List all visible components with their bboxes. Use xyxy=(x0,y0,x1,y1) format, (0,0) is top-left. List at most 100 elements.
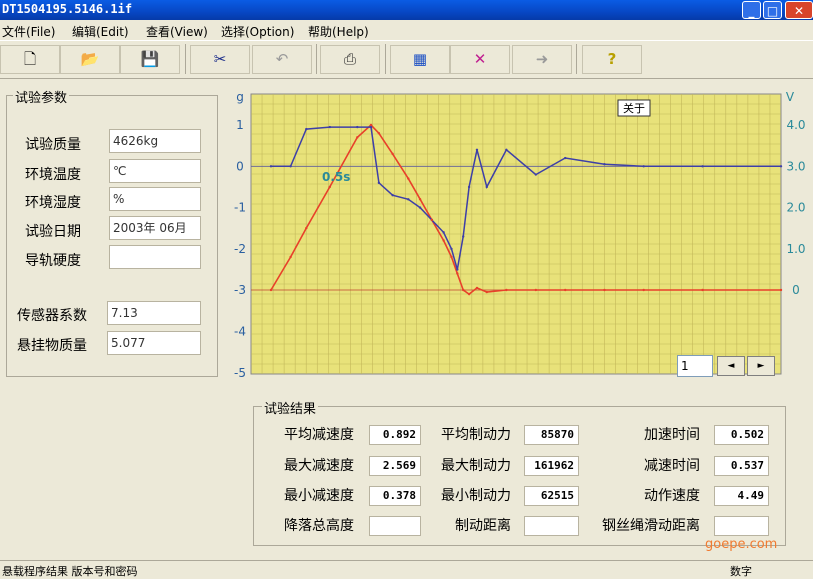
y-right-tick-label: 3.0 xyxy=(786,159,805,173)
result-label-max-braking-force: 最大制动力 xyxy=(441,458,511,474)
next-button[interactable]: ➜ xyxy=(512,45,572,74)
status-bar: 悬载程序结果 版本号和密码 数字 xyxy=(0,560,813,578)
maximize-button[interactable]: □ xyxy=(763,1,782,19)
result-label-action-speed: 动作速度 xyxy=(644,488,700,504)
chart-button[interactable]: ▦ xyxy=(390,45,450,74)
mark-button[interactable]: ✕ xyxy=(450,45,510,74)
result-avg-deceleration-field[interactable]: 0.892 xyxy=(369,425,421,445)
cut-button[interactable]: ✂ xyxy=(190,45,250,74)
menu-edit[interactable]: 编辑(Edit) xyxy=(72,23,129,40)
result-label-min-deceleration: 最小减速度 xyxy=(284,488,354,504)
param-mass-field[interactable]: 4626kg xyxy=(109,129,201,153)
data-point-acceleration xyxy=(356,125,359,129)
param-temperature-field[interactable]: ℃ xyxy=(109,159,201,183)
data-point-acceleration xyxy=(534,173,538,176)
mark-icon: ✕ xyxy=(473,50,487,68)
y-tick-label: 1 xyxy=(236,118,244,132)
y-axis-label: g xyxy=(236,90,244,104)
record-number-input[interactable]: 1 xyxy=(677,355,713,377)
menu-help[interactable]: 帮助(Help) xyxy=(308,23,369,40)
data-point-velocity xyxy=(564,288,567,292)
y-right-tick-label: 2.0 xyxy=(786,201,805,215)
open-file-button[interactable]: 📂 xyxy=(60,45,120,74)
param-label-mass: 试验质量 xyxy=(25,137,81,153)
result-label-rope-slip-distance: 钢丝绳滑动距离 xyxy=(602,518,700,534)
menu-option[interactable]: 选择(Option) xyxy=(221,23,294,40)
data-point-velocity xyxy=(442,239,445,242)
menu-file[interactable]: 文件(File) xyxy=(2,23,55,40)
param-rail-hardness-field[interactable] xyxy=(109,245,201,269)
undo-button[interactable]: ↶ xyxy=(252,45,312,74)
data-point-acceleration xyxy=(377,181,381,185)
data-point-velocity xyxy=(391,152,394,156)
y-right-tick-label: 0 xyxy=(792,283,800,297)
result-min-braking-force-field[interactable]: 62515 xyxy=(524,486,579,506)
y-right-axis-label: V xyxy=(786,90,795,104)
data-point-velocity xyxy=(407,177,410,180)
result-max-braking-force-field[interactable]: 161962 xyxy=(524,456,579,476)
y-tick-label: -4 xyxy=(234,325,246,339)
params-panel: 试验参数 试验质量 4626kg 环境温度 ℃ 环境湿度 % 试验日期 2003… xyxy=(6,87,218,377)
data-point-velocity xyxy=(356,136,359,139)
result-label-avg-braking-force: 平均制动力 xyxy=(441,427,511,443)
minimize-button[interactable]: _ xyxy=(742,1,761,19)
param-humidity-field[interactable]: % xyxy=(109,187,201,211)
result-label-braking-distance: 制动距离 xyxy=(455,518,511,534)
y-right-tick-label: 4.0 xyxy=(786,118,805,132)
pager-next-button[interactable]: ► xyxy=(747,356,775,376)
undo-icon: ↶ xyxy=(275,50,289,68)
menu-bar: 文件(File) 编辑(Edit) 查看(View) 选择(Option) 帮助… xyxy=(0,20,813,40)
close-button[interactable]: ✕ xyxy=(785,1,813,19)
result-braking-distance-field[interactable] xyxy=(524,516,579,536)
data-point-velocity xyxy=(505,288,508,292)
data-point-acceleration xyxy=(603,163,606,166)
chart-icon: ▦ xyxy=(412,50,428,68)
data-point-acceleration xyxy=(328,125,332,129)
data-point-velocity xyxy=(642,288,645,292)
param-suspended-mass-field[interactable]: 5.077 xyxy=(107,331,201,355)
data-point-acceleration xyxy=(467,185,471,189)
help-button[interactable]: ? xyxy=(582,45,642,74)
print-button[interactable]: ⎙ xyxy=(320,45,380,74)
data-point-acceleration xyxy=(442,231,445,234)
data-point-velocity xyxy=(305,226,308,230)
data-point-acceleration xyxy=(505,148,508,151)
data-point-acceleration xyxy=(418,206,422,209)
data-point-velocity xyxy=(603,288,606,292)
menu-view[interactable]: 查看(View) xyxy=(146,23,208,40)
data-point-velocity xyxy=(485,290,488,294)
pager-prev-button[interactable]: ◄ xyxy=(717,356,745,376)
param-sensor-coef-field[interactable]: 7.13 xyxy=(107,301,201,325)
result-action-speed-field[interactable]: 4.49 xyxy=(714,486,769,506)
result-max-deceleration-field[interactable]: 2.569 xyxy=(369,456,421,476)
result-label-avg-deceleration: 平均减速度 xyxy=(284,427,354,443)
params-title: 试验参数 xyxy=(13,87,70,106)
data-point-velocity xyxy=(430,218,434,222)
data-point-velocity xyxy=(456,272,459,275)
data-point-acceleration xyxy=(269,165,273,168)
result-min-deceleration-field[interactable]: 0.378 xyxy=(369,486,421,506)
param-date-field[interactable]: 2003年 06月 xyxy=(109,216,201,240)
result-rope-slip-distance-field[interactable] xyxy=(714,516,769,536)
result-avg-braking-force-field[interactable]: 85870 xyxy=(524,425,579,445)
data-point-acceleration xyxy=(462,235,465,238)
cut-icon: ✂ xyxy=(213,50,227,68)
result-total-drop-height-field[interactable] xyxy=(369,516,421,536)
y-tick-label: -1 xyxy=(234,201,246,215)
result-label-deceleration-time: 减速时间 xyxy=(644,458,700,474)
save-button[interactable]: 💾 xyxy=(120,45,180,74)
data-point-acceleration xyxy=(450,247,453,251)
result-label-max-deceleration: 最大减速度 xyxy=(284,458,354,474)
result-acceleration-time-field[interactable]: 0.502 xyxy=(714,425,769,445)
toolbar-separator xyxy=(576,44,577,74)
data-point-velocity xyxy=(779,288,783,292)
data-point-velocity xyxy=(475,286,479,290)
print-icon: ⎙ xyxy=(343,50,356,68)
y-right-tick-label: 1.0 xyxy=(786,242,805,256)
new-file-button[interactable]: 🗋 xyxy=(0,45,60,74)
status-indicator: 数字 xyxy=(730,565,752,578)
about-label: 关于 xyxy=(623,101,645,115)
save-icon: 💾 xyxy=(140,50,160,68)
data-point-velocity xyxy=(328,185,332,189)
result-deceleration-time-field[interactable]: 0.537 xyxy=(714,456,769,476)
